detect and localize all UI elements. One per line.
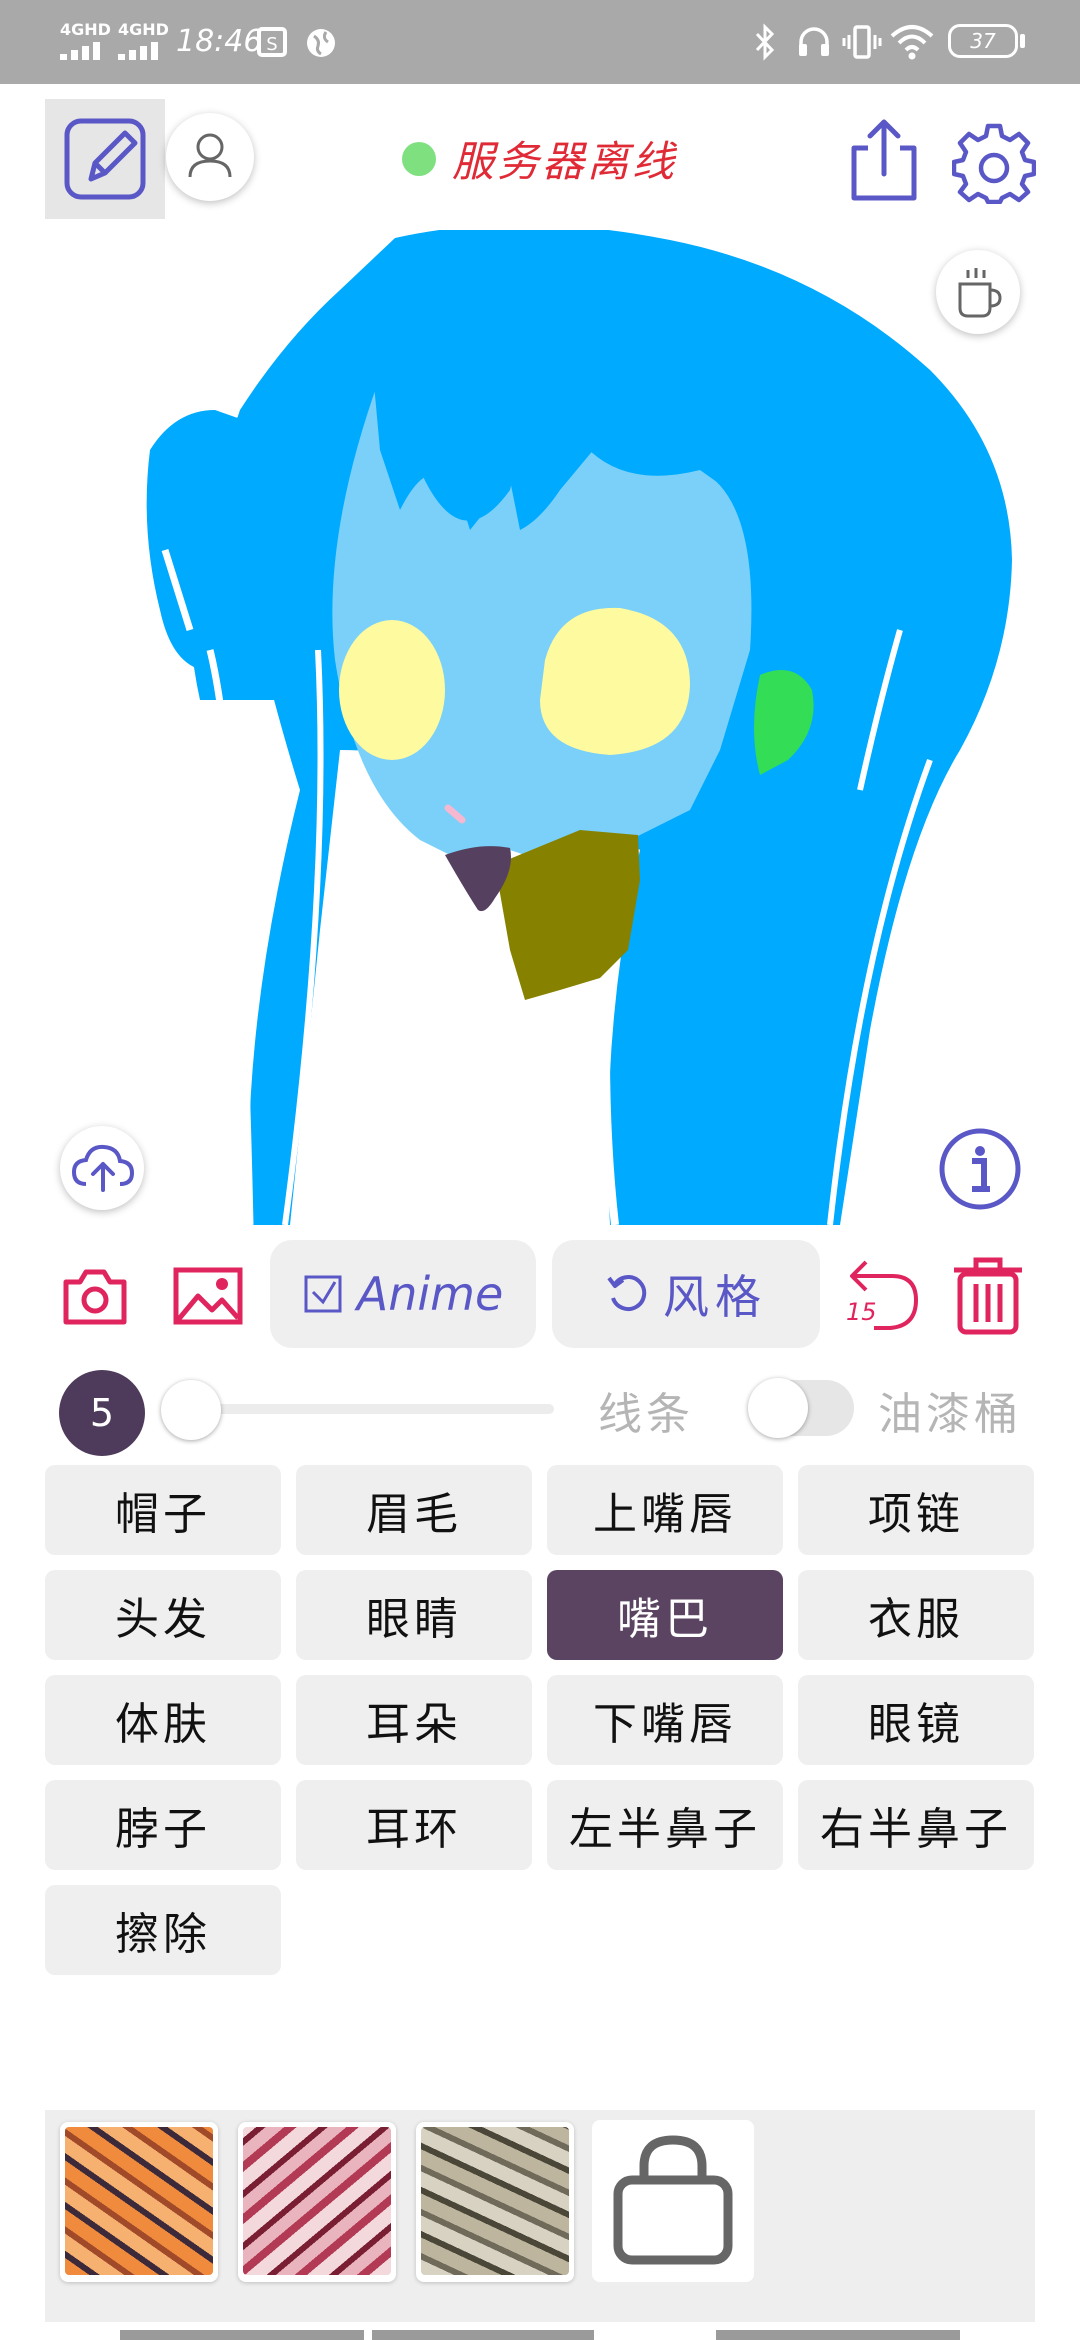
texture-thumb-red[interactable]: [238, 2122, 396, 2282]
battery-tip: [1020, 34, 1025, 48]
part-button-neck[interactable]: 脖子: [45, 1780, 281, 1870]
network-type-label: 4GHD: [118, 20, 169, 39]
mouth-region: [445, 846, 511, 912]
part-button-eyes[interactable]: 眼睛: [296, 1570, 532, 1660]
trash-delete-icon[interactable]: [950, 1254, 1026, 1336]
coffee-button[interactable]: [936, 250, 1020, 334]
battery-icon: 37: [948, 24, 1018, 58]
vibrate-icon: [842, 25, 882, 59]
part-button-clothes[interactable]: 衣服: [798, 1570, 1034, 1660]
settings-gear-icon[interactable]: [952, 120, 1036, 204]
brush-size-indicator: 5: [59, 1370, 145, 1456]
part-button-hair[interactable]: 头发: [45, 1570, 281, 1660]
cloud-upload-icon: [71, 1144, 135, 1192]
bottom-scroll-indicator: [120, 2330, 960, 2340]
part-button-upper-lip[interactable]: 上嘴唇: [547, 1465, 783, 1555]
part-button-glasses[interactable]: 眼镜: [798, 1675, 1034, 1765]
brush-size-slider-thumb[interactable]: [161, 1380, 221, 1440]
svg-text:S: S: [266, 34, 277, 55]
user-icon: [188, 133, 232, 178]
texture-thumb-gray[interactable]: [416, 2122, 574, 2282]
network-type-label: 4GHD: [60, 20, 111, 39]
part-button-hat[interactable]: 帽子: [45, 1465, 281, 1555]
pencil-edit-icon: [64, 118, 146, 200]
undo-count: 15: [846, 1298, 877, 1326]
part-button-lower-lip[interactable]: 下嘴唇: [547, 1675, 783, 1765]
part-button-earrings[interactable]: 耳环: [296, 1780, 532, 1870]
neck-region: [495, 830, 640, 1000]
orange-texture-image: [65, 2127, 213, 2275]
part-button-skin[interactable]: 体肤: [45, 1675, 281, 1765]
paint-bucket-toggle-thumb[interactable]: [748, 1378, 808, 1438]
headphones-icon: [799, 27, 829, 56]
right-eye-region: [540, 607, 690, 755]
wifi-icon: [890, 25, 934, 60]
gray-texture-image: [421, 2127, 569, 2275]
part-button-erase[interactable]: 擦除: [45, 1885, 281, 1975]
checkbox-icon: [304, 1275, 342, 1313]
parts-grid: 帽子 眉毛 上嘴唇 项链 头发 眼睛 嘴巴 衣服 体肤 耳朵 下嘴唇 眼镜 脖子…: [45, 1465, 1035, 1975]
part-button-left-nose[interactable]: 左半鼻子: [547, 1780, 783, 1870]
style-button[interactable]: 风格: [552, 1240, 820, 1348]
server-status-text: 服务器离线: [452, 137, 678, 186]
server-status-dot: [402, 142, 436, 176]
bluetooth-icon: [755, 23, 775, 61]
line-mode-label: 线条: [598, 1389, 694, 1440]
battery-level: 37: [970, 29, 996, 53]
gallery-image-icon[interactable]: [172, 1266, 244, 1326]
coffee-cup-icon: [958, 268, 1002, 318]
brush-size-slider-track[interactable]: [190, 1404, 554, 1414]
part-button-mouth[interactable]: 嘴巴: [547, 1570, 783, 1660]
clock: 18:46: [176, 24, 263, 59]
left-eye-region: [339, 620, 445, 760]
undo-button[interactable]: 15: [842, 1254, 922, 1334]
texture-store-button[interactable]: [592, 2120, 754, 2282]
info-icon[interactable]: [938, 1127, 1022, 1211]
model-select-button[interactable]: Anime: [270, 1240, 536, 1348]
user-profile-button[interactable]: [166, 113, 254, 201]
red-texture-image: [243, 2127, 391, 2275]
signal-icon-sim1: 4GHD: [60, 20, 118, 60]
refresh-icon: [607, 1275, 647, 1312]
edit-mode-button[interactable]: [45, 99, 165, 219]
camera-icon[interactable]: [62, 1266, 128, 1326]
drawing-canvas[interactable]: [0, 230, 1080, 1225]
status-bar: 4GHD 4GHD 18:46 S 37: [0, 0, 1080, 84]
paint-bucket-label: 油漆桶: [878, 1389, 1022, 1440]
globe-icon: [307, 29, 335, 57]
part-button-eyebrows[interactable]: 眉毛: [296, 1465, 532, 1555]
part-button-necklace[interactable]: 项链: [798, 1465, 1034, 1555]
style-label: 风格: [663, 1270, 767, 1324]
share-export-icon[interactable]: [846, 116, 922, 204]
screenshot-icon: S: [257, 27, 287, 57]
part-button-ears[interactable]: 耳朵: [296, 1675, 532, 1765]
texture-thumb-orange[interactable]: [60, 2122, 218, 2282]
upload-cloud-button[interactable]: [60, 1126, 144, 1210]
part-button-right-nose[interactable]: 右半鼻子: [798, 1780, 1034, 1870]
shopping-bag-icon: [613, 2135, 733, 2265]
model-label: Anime: [356, 1267, 504, 1321]
signal-icon-sim2: 4GHD: [118, 20, 176, 60]
